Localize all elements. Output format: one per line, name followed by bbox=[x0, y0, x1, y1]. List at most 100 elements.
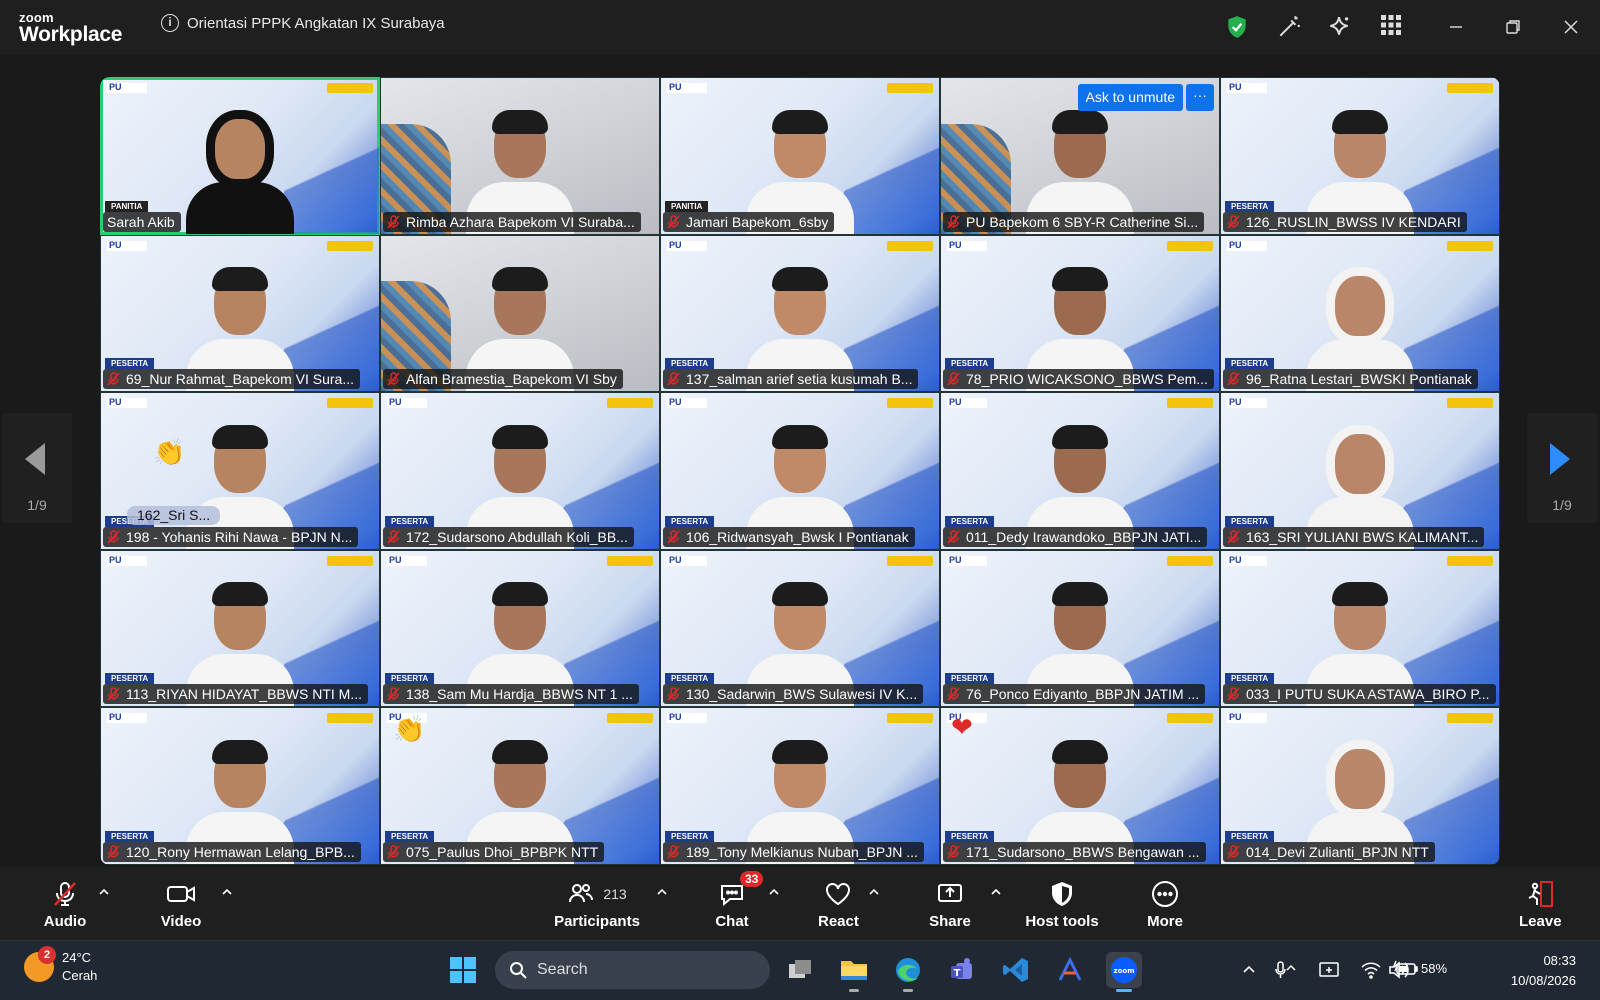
kemenpu-logo-icon bbox=[327, 83, 373, 93]
participant-name-bar: 163_SRI YULIANI BWS KALIMANT... bbox=[1223, 526, 1485, 547]
participant-tile[interactable]: PESERTA126_RUSLIN_BWSS IV KENDARI bbox=[1220, 77, 1500, 235]
weather-notification-badge: 2 bbox=[38, 946, 56, 964]
participant-name-bar: 189_Tony Melkianus Nuban_BPJN ... bbox=[663, 841, 924, 862]
participant-tile[interactable]: PU Bapekom 6 SBY-R Catherine Si... Ask to… bbox=[940, 77, 1220, 235]
participant-tile[interactable]: Alfan Bramestia_Bapekom VI Sby bbox=[380, 234, 660, 393]
video-options-caret-icon[interactable] bbox=[221, 885, 233, 897]
participant-tile[interactable]: PESERTA172_Sudarsono Abdullah Koli_BB... bbox=[380, 392, 660, 550]
close-button[interactable] bbox=[1558, 14, 1584, 40]
participant-tile[interactable]: PESERTA033_I PUTU SUKA ASTAWA_BIRO P... bbox=[1220, 549, 1500, 708]
next-page-button[interactable]: 1/9 bbox=[1527, 413, 1597, 523]
pu-logo-icon bbox=[107, 712, 147, 724]
participant-name: 76_Ponco Ediyanto_BBPJN JATIM ... bbox=[966, 686, 1200, 703]
taskbar-search[interactable]: Search bbox=[495, 951, 770, 989]
file-explorer-icon[interactable] bbox=[836, 952, 872, 992]
meeting-info-icon[interactable]: i bbox=[161, 14, 179, 32]
participant-tile[interactable]: PESERTA106_Ridwansyah_Bwsk I Pontianak bbox=[660, 392, 940, 550]
video-button[interactable]: Video bbox=[156, 879, 206, 930]
apps-grid-icon[interactable] bbox=[1380, 14, 1406, 40]
participant-tile[interactable]: PESERTA96_Ratna Lestari_BWSKI Pontianak bbox=[1220, 234, 1500, 393]
mic-off-icon bbox=[387, 372, 400, 386]
participant-tile[interactable]: PESERTA011_Dedy Irawandoko_BBPJN JATI... bbox=[940, 392, 1220, 550]
weather-widget[interactable]: 2 24°C Cerah bbox=[24, 946, 97, 985]
participant-tile[interactable]: PESERTA130_Sadarwin_BWS Sulawesi IV K... bbox=[660, 549, 940, 708]
teams-icon[interactable]: T bbox=[944, 952, 980, 988]
zoom-workplace-logo: zoom Workplace bbox=[19, 11, 122, 46]
participant-tile[interactable]: PANITIAJamari Bapekom_6sby bbox=[660, 77, 940, 235]
audio-options-caret-icon[interactable] bbox=[98, 885, 110, 897]
mic-off-icon bbox=[667, 214, 680, 229]
leave-button[interactable]: Leave bbox=[1519, 879, 1562, 930]
kemenpu-logo-icon bbox=[1167, 240, 1213, 251]
edge-browser-icon[interactable] bbox=[890, 952, 926, 992]
host-tools-button[interactable]: Host tools bbox=[1024, 879, 1100, 930]
kemenpu-logo-icon bbox=[327, 713, 373, 724]
react-options-caret-icon[interactable] bbox=[868, 885, 880, 897]
participant-tile[interactable]: PESERTA137_salman arief setia kusumah B.… bbox=[660, 234, 940, 393]
battery-percentage: 58% bbox=[1421, 961, 1448, 976]
participant-tile[interactable]: PESERTA163_SRI YULIANI BWS KALIMANT... bbox=[1220, 392, 1500, 550]
participants-icon bbox=[569, 884, 594, 903]
participant-name-bar: Rimba Azhara Bapekom VI Suraba... bbox=[383, 211, 641, 232]
ask-to-unmute-button[interactable]: Ask to unmute bbox=[1077, 84, 1183, 111]
system-clock[interactable]: 08:33 10/08/2026 bbox=[1480, 951, 1576, 991]
participant-tile[interactable]: PESERTA76_Ponco Ediyanto_BBPJN JATIM ... bbox=[940, 549, 1220, 708]
pu-logo-icon bbox=[1227, 82, 1267, 93]
audio-button[interactable]: Audio bbox=[40, 879, 90, 930]
ai-companion-sparkle-icon[interactable] bbox=[1326, 14, 1352, 40]
pu-logo-icon bbox=[387, 555, 427, 566]
screen-share-tray-icon[interactable] bbox=[1318, 960, 1339, 980]
show-hidden-icons-chevron-icon[interactable] bbox=[1239, 960, 1259, 980]
participant-tile[interactable]: PESERTA113_RIYAN HIDAYAT_BBWS NTI M... bbox=[100, 549, 380, 708]
microphone-in-use-icon[interactable] bbox=[1274, 960, 1296, 980]
restore-button[interactable] bbox=[1500, 14, 1526, 40]
share-options-caret-icon[interactable] bbox=[990, 885, 1002, 897]
wifi-icon[interactable] bbox=[1360, 960, 1381, 980]
more-button[interactable]: More bbox=[1145, 879, 1185, 930]
participant-tile[interactable]: PESERTA120_Rony Hermawan Lelang_BPB... bbox=[100, 707, 380, 865]
participants-button[interactable]: 213 Participants bbox=[552, 879, 642, 930]
pu-logo-icon bbox=[387, 397, 427, 409]
role-tag: PANITIA bbox=[665, 200, 709, 212]
participant-tile[interactable]: PESERTA189_Tony Melkianus Nuban_BPJN ... bbox=[660, 707, 940, 865]
participant-tile[interactable]: PESERTA075_Paulus Dhoi_BPBPK NTT 👏 bbox=[380, 707, 660, 865]
participant-tile[interactable]: PESERTA014_Devi Zulianti_BPJN NTT bbox=[1220, 707, 1500, 865]
participant-tile[interactable]: PESERTA78_PRIO WICAKSONO_BBWS Pem... bbox=[940, 234, 1220, 393]
kemenpu-logo-icon bbox=[887, 398, 933, 409]
chat-options-caret-icon[interactable] bbox=[768, 885, 780, 897]
meeting-toolbar: Audio Video 213 Participants 33 Chat Rea… bbox=[0, 867, 1600, 940]
magic-wand-icon[interactable] bbox=[1276, 14, 1302, 40]
chat-button[interactable]: 33 Chat bbox=[712, 871, 764, 930]
share-button[interactable]: Share bbox=[928, 879, 972, 930]
mic-off-icon bbox=[387, 845, 400, 859]
windows-start-icon[interactable] bbox=[449, 956, 477, 984]
role-tag: PESERTA bbox=[105, 830, 155, 842]
arc-app-icon[interactable] bbox=[1052, 952, 1088, 988]
participant-name: 014_Devi Zulianti_BPJN NTT bbox=[1246, 843, 1429, 860]
participant-name: 163_SRI YULIANI BWS KALIMANT... bbox=[1246, 528, 1479, 545]
minimize-button[interactable] bbox=[1443, 14, 1469, 40]
participant-tile[interactable]: PESERTA171_Sudarsono_BBWS Bengawan ... ❤ bbox=[940, 707, 1220, 865]
participants-options-caret-icon[interactable] bbox=[656, 885, 668, 897]
role-tag: PESERTA bbox=[1225, 358, 1275, 370]
previous-page-button[interactable]: 1/9 bbox=[2, 413, 72, 523]
arrow-right-icon bbox=[1550, 443, 1570, 475]
participant-name: 96_Ratna Lestari_BWSKI Pontianak bbox=[1246, 371, 1472, 388]
vscode-icon[interactable] bbox=[998, 952, 1034, 988]
participant-tile[interactable]: PESERTA138_Sam Mu Hardja_BBWS NT 1 ... bbox=[380, 549, 660, 708]
participant-name: 171_Sudarsono_BBWS Bengawan ... bbox=[966, 843, 1200, 860]
mic-off-icon bbox=[387, 214, 400, 229]
battery-charging-icon[interactable] bbox=[1392, 959, 1419, 979]
participant-name: 113_RIYAN HIDAYAT_BBWS NTI M... bbox=[126, 686, 362, 703]
participant-tile[interactable]: PANITIASarah Akib bbox=[100, 77, 380, 235]
participant-tile[interactable]: Rimba Azhara Bapekom VI Suraba... bbox=[380, 77, 660, 235]
svg-text:T: T bbox=[954, 968, 961, 979]
encryption-shield-icon[interactable] bbox=[1224, 14, 1250, 40]
react-button[interactable]: React bbox=[818, 879, 859, 930]
tile-more-options-button[interactable]: ··· bbox=[1186, 84, 1214, 111]
participant-tile[interactable]: PESERTA198 - Yohanis Rihi Nawa - BPJN N.… bbox=[100, 392, 380, 550]
zoom-app-icon[interactable]: zoom bbox=[1106, 952, 1142, 992]
participant-tile[interactable]: PESERTA69_Nur Rahmat_Bapekom VI Sura... bbox=[100, 234, 380, 393]
mic-muted-icon bbox=[40, 879, 90, 909]
task-view-icon[interactable] bbox=[782, 952, 818, 988]
